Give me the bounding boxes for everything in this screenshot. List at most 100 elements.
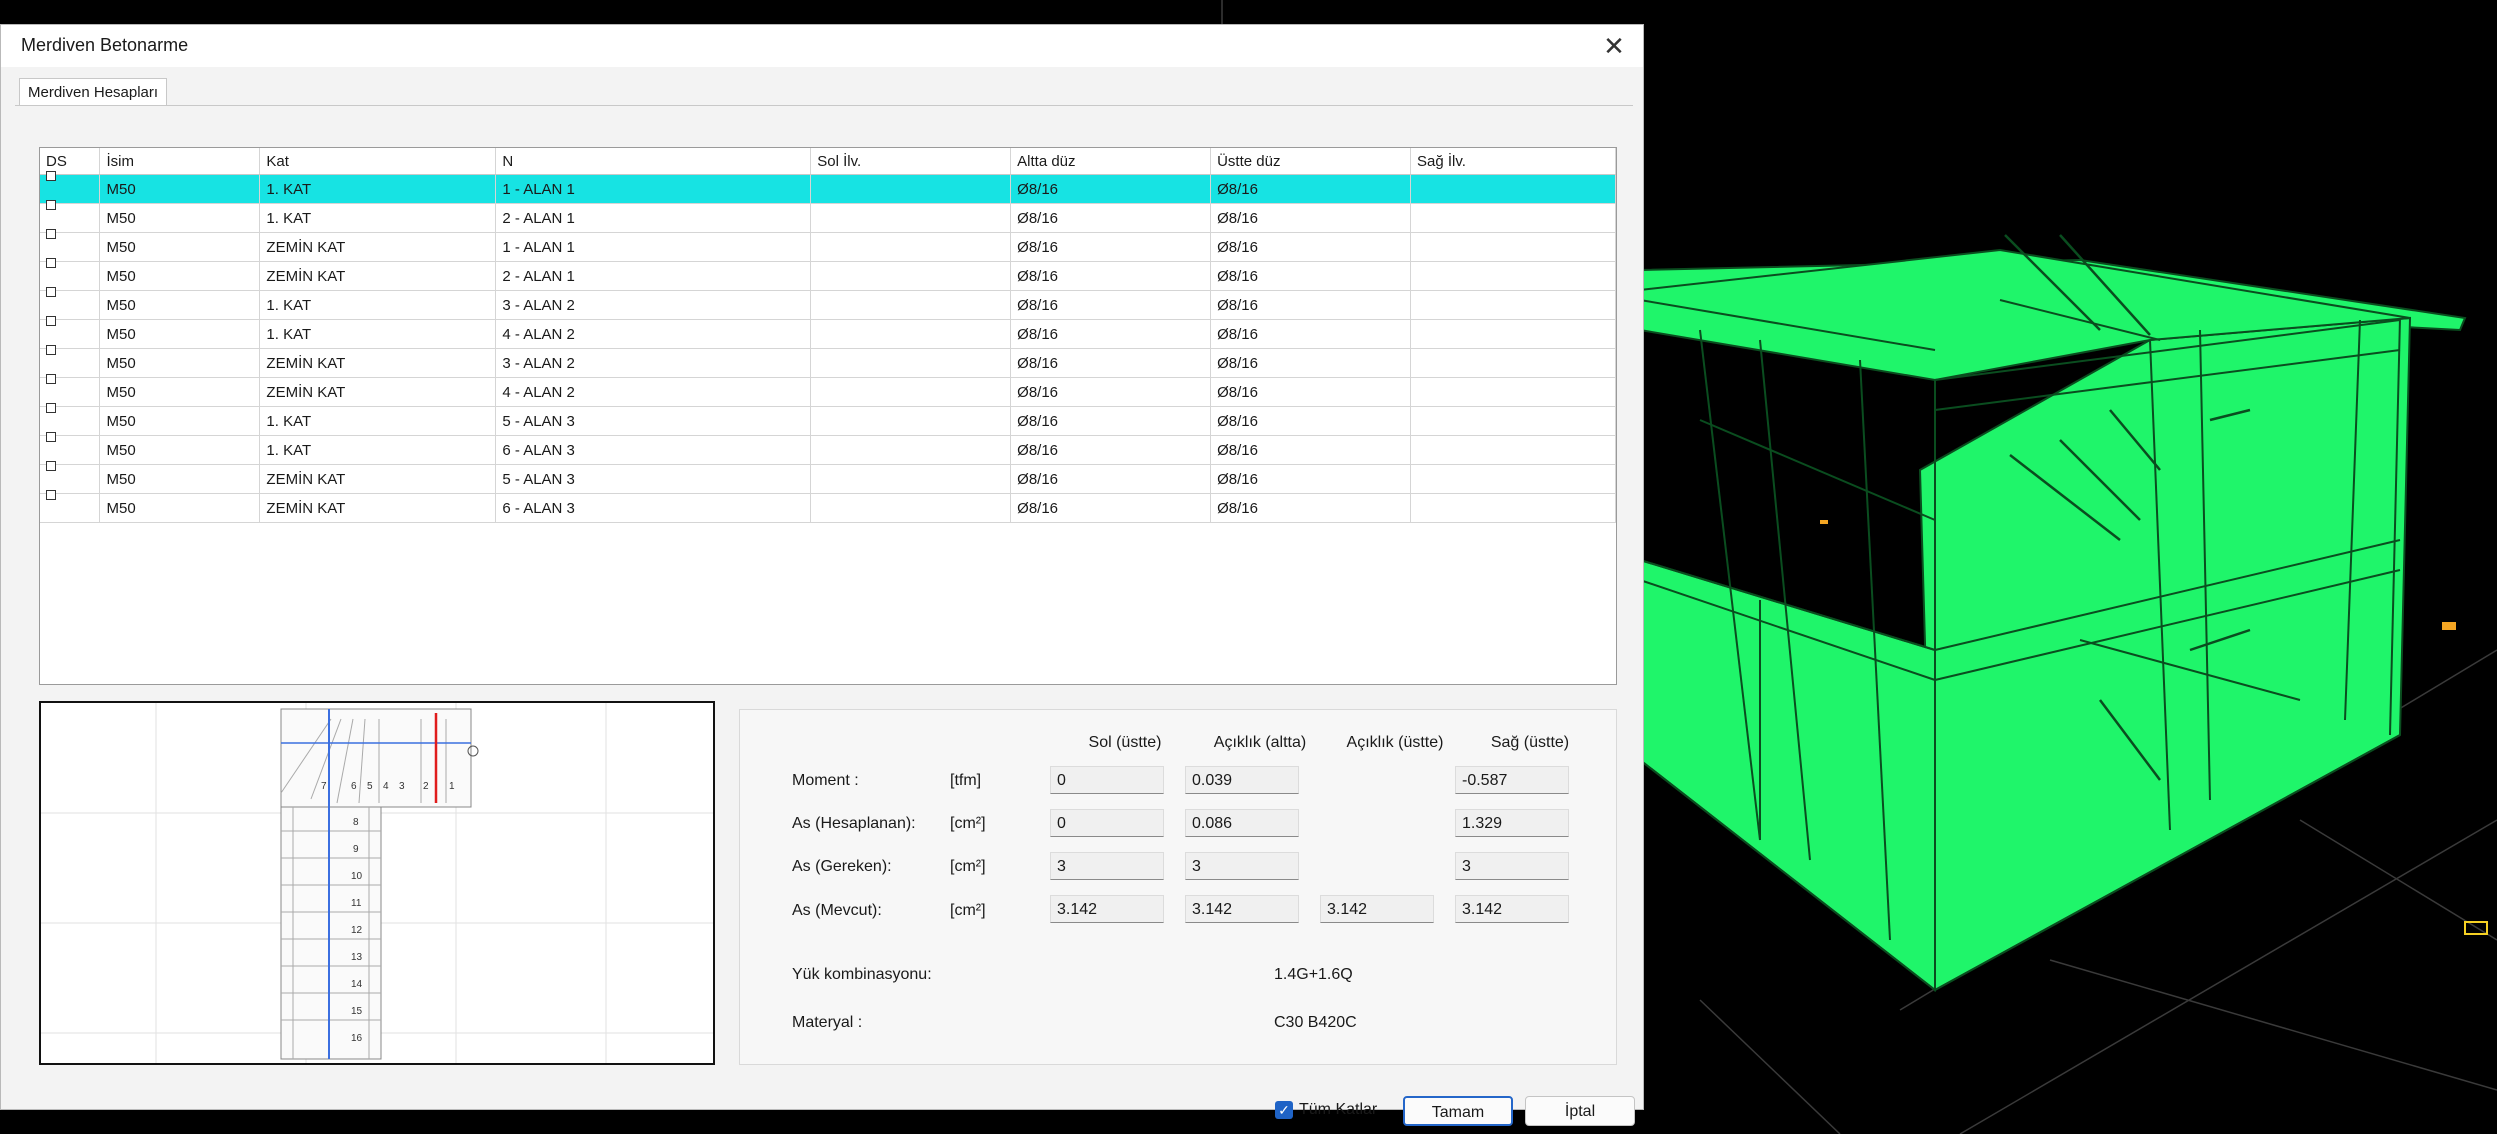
table-row[interactable]: M50 ZEMİN KAT 6 - ALAN 3 Ø8/16 Ø8/16 xyxy=(40,489,1616,523)
row-checkbox[interactable] xyxy=(46,402,56,413)
table-cell[interactable]: Ø8/16 xyxy=(1210,261,1412,291)
table-cell[interactable]: 1. KAT xyxy=(259,290,497,320)
table-cell[interactable]: 1. KAT xyxy=(259,203,497,233)
table-cell[interactable]: Ø8/16 xyxy=(1010,203,1212,233)
row-checkbox[interactable] xyxy=(46,228,56,239)
table-cell[interactable]: M50 xyxy=(99,261,261,291)
col-header-left-landing[interactable]: Sol İlv. xyxy=(810,148,1012,175)
table-cell[interactable]: Ø8/16 xyxy=(1210,377,1412,407)
close-icon[interactable]: ✕ xyxy=(1597,31,1631,61)
col-header-right-landing[interactable]: Sağ İlv. xyxy=(1410,148,1616,175)
col-header-floor[interactable]: Kat xyxy=(259,148,497,175)
table-row[interactable]: M50 ZEMİN KAT 2 - ALAN 1 Ø8/16 Ø8/16 xyxy=(40,257,1616,291)
table-cell[interactable] xyxy=(810,174,1012,204)
table-cell[interactable]: 5 - ALAN 3 xyxy=(495,464,812,494)
table-cell[interactable]: 3 - ALAN 2 xyxy=(495,348,812,378)
table-cell[interactable]: Ø8/16 xyxy=(1210,319,1412,349)
table-cell[interactable]: Ø8/16 xyxy=(1010,406,1212,436)
table-cell[interactable] xyxy=(1410,377,1616,407)
ok-button[interactable]: Tamam xyxy=(1403,1096,1513,1126)
row-checkbox[interactable] xyxy=(46,489,56,500)
row-checkbox[interactable] xyxy=(46,257,56,268)
table-cell[interactable] xyxy=(1410,406,1616,436)
table-cell[interactable]: Ø8/16 xyxy=(1010,493,1212,523)
table-cell[interactable]: ZEMİN KAT xyxy=(259,232,497,262)
table-cell[interactable] xyxy=(810,435,1012,465)
row-checkbox[interactable] xyxy=(46,460,56,471)
table-cell[interactable]: ZEMİN KAT xyxy=(259,377,497,407)
table-cell[interactable] xyxy=(1410,319,1616,349)
row-checkbox[interactable] xyxy=(46,170,56,181)
row-checkbox[interactable] xyxy=(46,344,56,355)
table-cell[interactable]: 5 - ALAN 3 xyxy=(495,406,812,436)
table-cell[interactable] xyxy=(1410,435,1616,465)
table-cell[interactable]: Ø8/16 xyxy=(1010,261,1212,291)
table-row[interactable]: M50 ZEMİN KAT 3 - ALAN 2 Ø8/16 Ø8/16 xyxy=(40,344,1616,378)
table-cell[interactable]: ZEMİN KAT xyxy=(259,493,497,523)
table-cell[interactable]: M50 xyxy=(99,232,261,262)
table-cell[interactable]: Ø8/16 xyxy=(1210,232,1412,262)
table-cell[interactable]: 1. KAT xyxy=(259,174,497,204)
table-cell[interactable]: ZEMİN KAT xyxy=(259,464,497,494)
table-row[interactable]: M50 1. KAT 3 - ALAN 2 Ø8/16 Ø8/16 xyxy=(40,286,1616,320)
table-cell[interactable] xyxy=(1410,232,1616,262)
col-header-top-straight[interactable]: Üstte düz xyxy=(1210,148,1412,175)
col-header-bottom-straight[interactable]: Altta düz xyxy=(1010,148,1212,175)
table-cell[interactable]: Ø8/16 xyxy=(1010,435,1212,465)
col-header-n[interactable]: N xyxy=(495,148,812,175)
table-row[interactable]: M50 ZEMİN KAT 1 - ALAN 1 Ø8/16 Ø8/16 xyxy=(40,228,1616,262)
table-cell[interactable]: Ø8/16 xyxy=(1010,232,1212,262)
table-cell[interactable]: 1. KAT xyxy=(259,406,497,436)
table-row[interactable]: M50 1. KAT 2 - ALAN 1 Ø8/16 Ø8/16 xyxy=(40,199,1616,233)
tab-stair-calculations[interactable]: Merdiven Hesapları xyxy=(19,78,168,107)
row-checkbox[interactable] xyxy=(46,315,56,326)
table-cell[interactable] xyxy=(1410,464,1616,494)
table-cell[interactable] xyxy=(810,290,1012,320)
row-checkbox[interactable] xyxy=(46,431,56,442)
table-cell[interactable] xyxy=(810,406,1012,436)
table-cell[interactable]: 1. KAT xyxy=(259,319,497,349)
table-row[interactable]: M50 1. KAT 1 - ALAN 1 Ø8/16 Ø8/16 xyxy=(40,170,1616,204)
all-floors-checkbox[interactable]: ✓ xyxy=(1275,1101,1293,1119)
table-cell[interactable]: Ø8/16 xyxy=(1210,348,1412,378)
table-row[interactable]: M50 ZEMİN KAT 5 - ALAN 3 Ø8/16 Ø8/16 xyxy=(40,460,1616,494)
table-cell[interactable]: M50 xyxy=(99,319,261,349)
cancel-button[interactable]: İptal xyxy=(1525,1096,1635,1126)
table-cell[interactable]: Ø8/16 xyxy=(1210,435,1412,465)
table-cell[interactable]: 1. KAT xyxy=(259,435,497,465)
table-cell[interactable] xyxy=(810,464,1012,494)
table-cell[interactable] xyxy=(810,232,1012,262)
row-checkbox[interactable] xyxy=(46,199,56,210)
table-cell[interactable]: Ø8/16 xyxy=(1210,174,1412,204)
table-row[interactable]: M50 1. KAT 6 - ALAN 3 Ø8/16 Ø8/16 xyxy=(40,431,1616,465)
table-cell[interactable] xyxy=(1410,493,1616,523)
table-row[interactable]: M50 1. KAT 5 - ALAN 3 Ø8/16 Ø8/16 xyxy=(40,402,1616,436)
table-cell[interactable]: M50 xyxy=(99,377,261,407)
table-cell[interactable]: Ø8/16 xyxy=(1010,464,1212,494)
table-cell[interactable]: Ø8/16 xyxy=(1010,174,1212,204)
table-cell[interactable]: Ø8/16 xyxy=(1210,406,1412,436)
table-cell[interactable] xyxy=(810,377,1012,407)
table-cell[interactable]: 1 - ALAN 1 xyxy=(495,232,812,262)
table-cell[interactable]: M50 xyxy=(99,493,261,523)
table-cell[interactable]: Ø8/16 xyxy=(1010,319,1212,349)
table-cell[interactable] xyxy=(810,493,1012,523)
table-cell[interactable]: 1 - ALAN 1 xyxy=(495,174,812,204)
table-cell[interactable] xyxy=(1410,174,1616,204)
table-cell[interactable]: M50 xyxy=(99,203,261,233)
table-cell[interactable] xyxy=(810,319,1012,349)
table-cell[interactable]: 2 - ALAN 1 xyxy=(495,203,812,233)
table-cell[interactable]: M50 xyxy=(99,435,261,465)
table-cell[interactable] xyxy=(810,348,1012,378)
table-cell[interactable]: ZEMİN KAT xyxy=(259,348,497,378)
table-cell[interactable]: Ø8/16 xyxy=(1210,203,1412,233)
table-cell[interactable]: 2 - ALAN 1 xyxy=(495,261,812,291)
table-cell[interactable] xyxy=(810,203,1012,233)
table-cell[interactable]: 6 - ALAN 3 xyxy=(495,493,812,523)
row-checkbox[interactable] xyxy=(46,373,56,384)
table-row[interactable]: M50 ZEMİN KAT 4 - ALAN 2 Ø8/16 Ø8/16 xyxy=(40,373,1616,407)
all-floors-label[interactable]: Tüm Katlar xyxy=(1299,1101,1377,1119)
table-cell[interactable]: M50 xyxy=(99,290,261,320)
table-cell[interactable]: Ø8/16 xyxy=(1010,348,1212,378)
table-cell[interactable]: 3 - ALAN 2 xyxy=(495,290,812,320)
